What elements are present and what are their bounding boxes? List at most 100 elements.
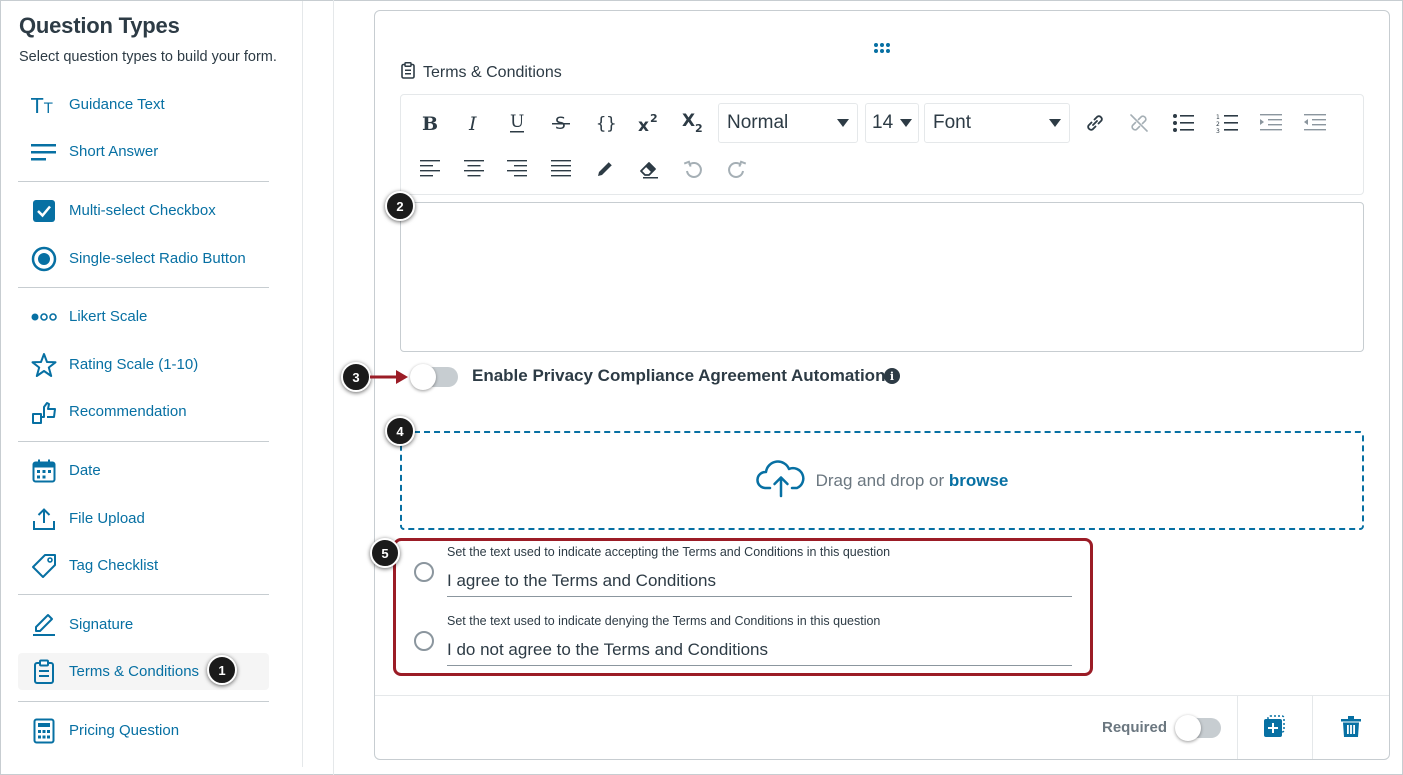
superscript-button[interactable]: x2 <box>634 108 664 138</box>
sidebar-divider <box>18 701 269 702</box>
sidebar-item-likert-scale[interactable]: Likert Scale <box>18 298 269 335</box>
sidebar-item-label: Terms & Conditions <box>69 663 200 680</box>
svg-text:x: x <box>638 116 649 134</box>
upload-icon <box>28 506 60 532</box>
deny-option-input[interactable]: I do not agree to the Terms and Conditio… <box>447 636 1072 666</box>
font-size-select[interactable]: 14 <box>865 103 919 143</box>
sidebar-title: Question Types <box>19 13 180 38</box>
text-color-icon[interactable] <box>590 154 620 184</box>
duplicate-question-icon[interactable] <box>1262 715 1286 744</box>
callout-badge-5: 5 <box>370 538 400 568</box>
svg-text:I: I <box>468 113 477 133</box>
sidebar-item-date[interactable]: Date <box>18 452 269 489</box>
browse-link[interactable]: browse <box>949 471 1009 490</box>
paragraph-format-select[interactable]: Normal <box>718 103 858 143</box>
sidebar-item-label: Multi-select Checkbox <box>69 202 216 219</box>
accept-option-input[interactable]: I agree to the Terms and Conditions <box>447 567 1072 597</box>
privacy-automation-toggle[interactable] <box>410 364 458 390</box>
sidebar-item-single-select-radio[interactable]: Single-select Radio Button <box>18 240 269 277</box>
sidebar-item-short-answer[interactable]: Short Answer <box>18 133 269 170</box>
accept-radio[interactable] <box>414 562 434 582</box>
question-title-text: Terms & Conditions <box>423 64 562 81</box>
file-dropzone[interactable]: Drag and drop or browse <box>400 431 1364 530</box>
clipboard-icon <box>401 62 423 84</box>
svg-text:1: 1 <box>1216 114 1220 121</box>
clear-formatting-icon[interactable] <box>634 154 664 184</box>
callout-badge-4: 4 <box>385 416 415 446</box>
underline-button[interactable]: U <box>502 108 532 138</box>
unlink-icon[interactable] <box>1124 108 1154 138</box>
sidebar-item-rating-scale[interactable]: Rating Scale (1-10) <box>18 346 269 383</box>
callout-badge-2: 2 <box>385 191 415 221</box>
sidebar-item-recommendation[interactable]: Recommendation <box>18 393 269 430</box>
checkbox-icon <box>28 198 60 224</box>
radio-button-icon <box>28 246 60 272</box>
align-right-icon[interactable] <box>502 154 532 184</box>
subscript-button[interactable]: X2 <box>678 108 708 138</box>
svg-text:T: T <box>31 94 44 116</box>
redo-icon[interactable] <box>722 154 752 184</box>
strikethrough-button[interactable]: S <box>546 108 576 138</box>
sidebar-item-label: Signature <box>69 616 134 633</box>
svg-text:{}: {} <box>596 114 615 133</box>
info-icon[interactable]: i <box>884 368 900 384</box>
star-icon <box>28 352 60 378</box>
font-size-value: 14 <box>872 112 894 133</box>
undo-icon[interactable] <box>678 154 708 184</box>
question-title: Terms & Conditions <box>401 62 562 84</box>
sidebar-divider <box>18 181 269 182</box>
bullet-list-icon[interactable] <box>1168 108 1198 138</box>
sidebar-item-label: Short Answer <box>69 143 159 160</box>
bold-button[interactable]: B <box>415 108 445 138</box>
sidebar-divider <box>18 441 269 442</box>
chevron-down-icon <box>1049 119 1061 127</box>
code-braces-button[interactable]: {} <box>590 108 620 138</box>
privacy-automation-label: Enable Privacy Compliance Agreement Auto… <box>472 366 886 385</box>
chevron-down-icon <box>900 119 912 127</box>
sidebar-item-multi-select-checkbox[interactable]: Multi-select Checkbox <box>18 192 269 229</box>
sidebar-item-label: Recommendation <box>69 403 187 420</box>
short-answer-icon <box>28 139 60 165</box>
font-family-select[interactable]: Font <box>924 103 1070 143</box>
sidebar-item-tag-checklist[interactable]: Tag Checklist <box>18 547 269 584</box>
svg-text:2: 2 <box>650 112 658 125</box>
footer-divider <box>1237 696 1238 759</box>
sidebar-item-guidance-text[interactable]: TT Guidance Text <box>18 86 269 123</box>
required-label: Required <box>1102 719 1168 736</box>
svg-text:T: T <box>43 101 53 116</box>
align-center-icon[interactable] <box>459 154 489 184</box>
sidebar-subtitle: Select question types to build your form… <box>19 49 277 65</box>
callout-badge-1: 1 <box>207 655 237 685</box>
align-left-icon[interactable] <box>415 154 445 184</box>
recommendation-icon <box>28 399 60 425</box>
sidebar-item-file-upload[interactable]: File Upload <box>18 500 269 537</box>
callout-badge-3: 3 <box>341 362 371 392</box>
deny-radio[interactable] <box>414 631 434 651</box>
clipboard-icon <box>28 659 60 685</box>
drag-handle-icon[interactable] <box>873 41 891 59</box>
sidebar-item-label: Date <box>69 462 101 479</box>
align-justify-icon[interactable] <box>546 154 576 184</box>
rich-text-toolbar: B I U S {} x2 X2 Normal 14 Font 123 <box>400 94 1364 195</box>
sidebar-item-signature[interactable]: Signature <box>18 606 269 643</box>
outdent-icon[interactable] <box>1300 108 1330 138</box>
cloud-upload-icon <box>755 458 806 503</box>
sidebar-item-pricing-question[interactable]: Pricing Question <box>18 712 269 749</box>
svg-text:X: X <box>682 111 695 131</box>
trash-icon[interactable] <box>1341 716 1361 743</box>
italic-button[interactable]: I <box>459 108 489 138</box>
sidebar-item-label: Pricing Question <box>69 722 180 739</box>
sidebar-divider <box>18 287 269 288</box>
sidebar-divider <box>18 594 269 595</box>
calculator-icon <box>28 718 60 744</box>
text-size-icon: TT <box>28 92 60 118</box>
likert-icon <box>28 304 60 330</box>
required-toggle[interactable] <box>1175 715 1221 741</box>
chevron-down-icon <box>837 119 849 127</box>
indent-icon[interactable] <box>1256 108 1286 138</box>
link-icon[interactable] <box>1080 108 1110 138</box>
terms-text-editor[interactable] <box>400 202 1364 352</box>
numbered-list-icon[interactable]: 123 <box>1212 108 1242 138</box>
panel-divider <box>333 0 334 775</box>
paragraph-format-value: Normal <box>727 112 789 133</box>
